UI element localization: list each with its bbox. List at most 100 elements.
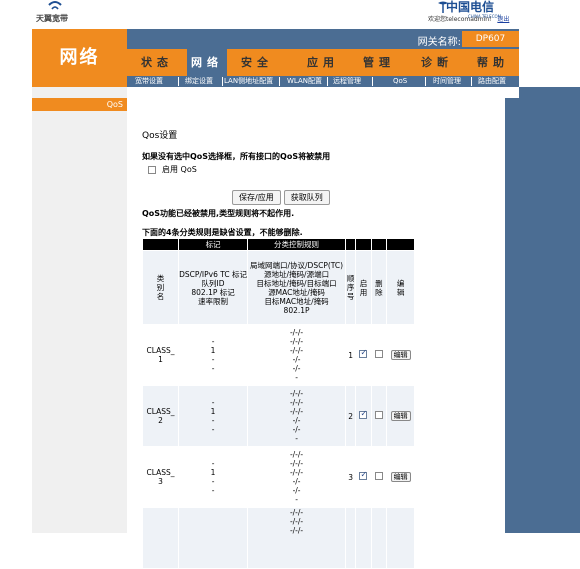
header-rules: 分类控制规则 xyxy=(248,239,346,250)
table-row: CLASS_1 -1-- -/-/--/-/--/-/- -/--/-- 1 编… xyxy=(143,325,414,385)
class-name: CLASS_1 xyxy=(143,325,179,385)
menu-management[interactable]: 管理 xyxy=(363,54,395,70)
order-number: 3 xyxy=(346,447,356,507)
menu-security[interactable]: 安全 xyxy=(241,54,273,70)
col-class-name: 类别名 xyxy=(143,251,179,324)
rule-delete-checkbox[interactable] xyxy=(374,472,383,480)
edit-button[interactable]: 编辑 xyxy=(390,472,411,482)
header-blank xyxy=(356,239,371,250)
submenu-time[interactable]: 时间管理 xyxy=(433,76,461,87)
right-panel xyxy=(519,87,580,533)
rule-values: -/-/- -/-/- -/-/- -/- -/- - xyxy=(248,386,346,446)
welcome-text: 欢迎您telecomadmin! xyxy=(428,16,492,23)
menu-network[interactable]: 网络 xyxy=(187,49,227,76)
gateway-row: 网关名称: DP607 xyxy=(127,29,519,49)
qos-disabled-notice: QoS功能已经被禁用,类型规则将不起作用. xyxy=(142,209,295,218)
edit-cell: 编辑 xyxy=(387,447,414,507)
section-banner: 网络 xyxy=(32,29,127,87)
mark-values: -1-- xyxy=(179,386,248,446)
enable-cell xyxy=(356,386,371,446)
tianyi-logo: 天翼宽带 xyxy=(36,0,86,28)
rule-enable-checkbox[interactable] xyxy=(359,348,368,358)
mark-values: -1-- xyxy=(179,325,248,385)
header-blank xyxy=(346,239,356,250)
edit-button[interactable]: 编辑 xyxy=(390,350,411,360)
class-name: CLASS_2 xyxy=(143,386,179,446)
col-order: 顺序号 xyxy=(346,251,356,324)
class-name xyxy=(143,508,179,568)
order-number: 1 xyxy=(346,325,356,385)
order-number xyxy=(346,508,356,568)
gateway-label: 网关名称: xyxy=(417,37,461,48)
table-column-header: 类别名 DSCP/IPv6 TC 标记 队列ID 802.1P 标记 速率限制 局域… xyxy=(143,251,414,324)
rule-delete-checkbox[interactable] xyxy=(374,411,383,419)
submenu-separator xyxy=(279,77,280,86)
col-delete: 删除 xyxy=(371,251,387,324)
save-apply-button[interactable]: 保存/应用 xyxy=(232,190,281,205)
main-menu: 状态 网络 安全 应用 管理 诊断 帮助 xyxy=(127,49,519,76)
header-mark: 标记 xyxy=(179,239,248,250)
sidebar-item-qos[interactable]: QoS xyxy=(32,98,127,111)
header-blank xyxy=(371,239,387,250)
rule-values: -/-/- -/-/- -/-/- -/- -/- - xyxy=(248,447,346,507)
rule-enable-checkbox[interactable] xyxy=(359,409,368,419)
submenu-qos[interactable]: QoS xyxy=(393,76,407,87)
logout-link[interactable]: 退出 xyxy=(497,16,509,23)
china-telecom-logo-cn: 中国电信 xyxy=(446,0,495,14)
submenu-routing[interactable]: 路由配置 xyxy=(478,76,506,87)
delete-cell xyxy=(371,325,387,385)
submenu: 宽带设置 绑定设置 LAN侧地址配置 WLAN配置 远程管理 QoS 时间管理 … xyxy=(127,76,519,87)
section-title: 网络 xyxy=(59,47,100,68)
get-queue-button[interactable]: 获取队列 xyxy=(283,190,330,205)
header-blank xyxy=(143,239,179,250)
submenu-separator xyxy=(222,77,223,86)
top-bar: 天翼宽带 中国电信 CHINA TELECOM 欢迎您telecomadmin!… xyxy=(0,0,580,29)
submenu-binding[interactable]: 绑定设置 xyxy=(185,76,213,87)
mark-values: -1-- xyxy=(179,447,248,507)
menu-help[interactable]: 帮助 xyxy=(477,54,509,70)
qos-warning: 如果没有选中QoS选择框，所有接口的QoS将被禁用 xyxy=(142,152,331,161)
page-title: Qos设置 xyxy=(142,131,178,141)
content-right-border xyxy=(505,98,519,533)
menu-application[interactable]: 应用 xyxy=(307,54,339,70)
gateway-name: DP607 xyxy=(462,31,519,47)
edit-cell: 编辑 xyxy=(387,386,414,446)
submenu-separator xyxy=(178,77,179,86)
mark-values xyxy=(179,508,248,568)
submenu-separator xyxy=(372,77,373,86)
delete-cell xyxy=(371,386,387,446)
submenu-lan[interactable]: LAN侧地址配置 xyxy=(224,76,273,87)
table-row: CLASS_3 -1-- -/-/--/-/--/-/- -/--/-- 3 编… xyxy=(143,447,414,507)
welcome-area: 欢迎您telecomadmin! 退出 xyxy=(428,14,509,23)
submenu-remote[interactable]: 远程管理 xyxy=(333,76,361,87)
rule-enable-checkbox[interactable] xyxy=(359,470,368,480)
table-top-header: 标记 分类控制规则 xyxy=(143,239,414,250)
edit-button[interactable]: 编辑 xyxy=(390,411,411,421)
rule-values: -/-/- -/-/- -/-/- xyxy=(248,508,346,568)
col-edit: 编辑 xyxy=(387,251,414,324)
sidebar: QoS xyxy=(32,87,127,533)
submenu-wlan[interactable]: WLAN配置 xyxy=(287,76,322,87)
action-buttons: 保存/应用 获取队列 xyxy=(232,190,330,205)
menu-diagnostics[interactable]: 诊断 xyxy=(421,54,453,70)
enable-qos-checkbox[interactable] xyxy=(148,165,156,174)
enable-cell xyxy=(356,325,371,385)
tianyi-logo-icon xyxy=(48,1,62,10)
submenu-broadband[interactable]: 宽带设置 xyxy=(135,76,163,87)
col-rules: 局域网端口/协议/DSCP(TC) 源地址/掩码/源端口 目标地址/掩码/目标端口… xyxy=(248,251,346,324)
enable-cell xyxy=(356,508,371,568)
tianyi-logo-text: 天翼宽带 xyxy=(36,14,68,23)
col-mark: DSCP/IPv6 TC 标记 队列ID 802.1P 标记 速率限制 xyxy=(179,251,248,324)
delete-cell xyxy=(371,508,387,568)
qos-class-table: 标记 分类控制规则 类别名 DSCP/IPv6 TC 标记 队列ID 802.1P… xyxy=(142,238,415,569)
enable-qos-label: 启用 QoS xyxy=(162,165,197,174)
submenu-separator xyxy=(327,77,328,86)
table-row: -/-/- -/-/- -/-/- xyxy=(143,508,414,568)
submenu-separator xyxy=(425,77,426,86)
menu-status[interactable]: 状态 xyxy=(141,54,173,70)
enable-cell xyxy=(356,447,371,507)
rule-delete-checkbox[interactable] xyxy=(374,350,383,358)
order-number: 2 xyxy=(346,386,356,446)
submenu-separator xyxy=(471,77,472,86)
col-enable: 启用 xyxy=(356,251,371,324)
